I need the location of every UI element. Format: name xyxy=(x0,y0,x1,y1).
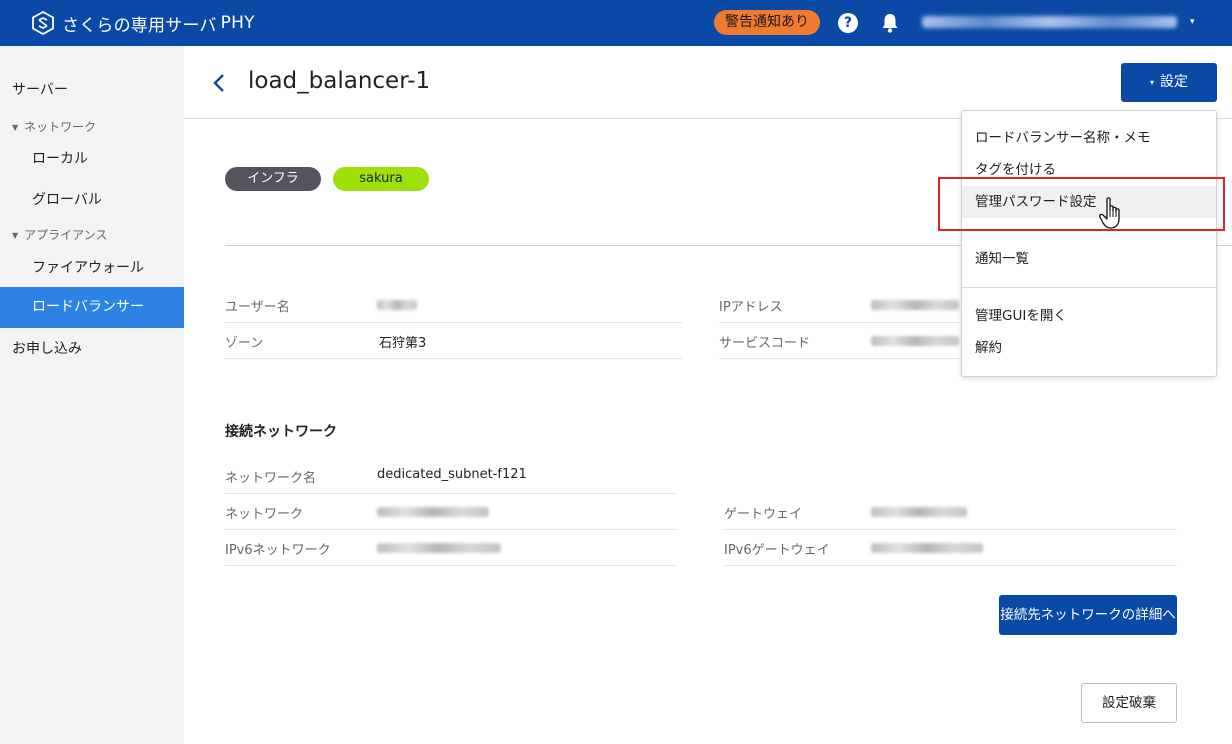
info-row-ipv6-network: IPv6ネットワーク xyxy=(225,530,677,566)
tag-sakura: sakura xyxy=(333,167,429,191)
page-title: load_balancer-1 xyxy=(248,68,431,94)
username-label: ユーザー名 xyxy=(225,300,290,315)
menu-item-notifications[interactable]: 通知一覧 xyxy=(962,243,1216,275)
menu-item-open-admin-gui[interactable]: 管理GUIを開く xyxy=(962,300,1216,332)
ip-address-label: IPアドレス xyxy=(719,300,783,315)
settings-button[interactable]: ▾ 設定 xyxy=(1121,63,1217,102)
bell-icon[interactable] xyxy=(881,12,899,34)
service-code-label: サービスコード xyxy=(719,336,811,351)
page-header: load_balancer-1 ▾ 設定 xyxy=(184,46,1232,119)
ipv6-network-label: IPv6ネットワーク xyxy=(225,543,331,558)
info-row-ipv6-gateway: IPv6ゲートウェイ xyxy=(724,530,1177,566)
network-value-redacted xyxy=(377,507,489,517)
gateway-label: ゲートウェイ xyxy=(724,507,803,522)
chevron-down-icon[interactable]: ▾ xyxy=(1190,17,1195,27)
help-icon[interactable]: ? xyxy=(838,13,858,33)
hand-pointer-icon xyxy=(1099,197,1120,229)
sidebar-group-appliance[interactable]: ▼ アプライアンス xyxy=(0,226,184,243)
info-row-service-code: サービスコード xyxy=(719,323,959,359)
sidebar-item-application[interactable]: お申し込み xyxy=(0,338,184,358)
menu-item-name-memo[interactable]: ロードバランサー名称・メモ xyxy=(962,122,1216,154)
menu-divider xyxy=(962,287,1216,288)
app-name: さくらの専用サーバ xyxy=(62,15,217,36)
account-name-redacted xyxy=(922,16,1177,28)
ip-address-value-redacted xyxy=(871,300,959,310)
app-logo[interactable]: さくらの専用サーバ PHY xyxy=(32,11,255,36)
zone-value: 石狩第3 xyxy=(379,336,427,351)
info-row-ip-address: IPアドレス xyxy=(719,287,959,323)
sidebar-item-firewall[interactable]: ファイアウォール xyxy=(0,257,184,277)
sidebar: サーバー ▼ ネットワーク ローカル グローバル ▼ アプライアンス ファイアウォー… xyxy=(0,46,184,744)
caret-down-icon: ▼ xyxy=(12,123,19,132)
info-row-network-name: ネットワーク名 dedicated_subnet-f121 xyxy=(225,458,677,494)
info-row-zone: ゾーン 石狩第3 xyxy=(225,323,682,359)
warning-notice-badge[interactable]: 警告通知あり xyxy=(714,10,820,35)
top-bar: さくらの専用サーバ PHY 警告通知あり ? ▾ xyxy=(0,0,1232,46)
zone-label: ゾーン xyxy=(225,336,264,351)
sidebar-group-label: アプライアンス xyxy=(24,228,108,242)
gateway-value-redacted xyxy=(871,507,967,517)
info-row-gateway: ゲートウェイ xyxy=(724,494,1177,530)
sidebar-group-label: ネットワーク xyxy=(24,120,97,134)
username-value-redacted xyxy=(377,300,417,310)
sidebar-item-load-balancer[interactable]: ロードバランサー xyxy=(0,287,184,328)
caret-down-icon: ▾ xyxy=(1149,78,1154,87)
sidebar-item-server[interactable]: サーバー xyxy=(0,79,184,99)
sidebar-item-local[interactable]: ローカル xyxy=(0,148,184,168)
ipv6-network-value-redacted xyxy=(377,543,501,553)
network-name-label: ネットワーク名 xyxy=(225,471,317,486)
network-name-value: dedicated_subnet-f121 xyxy=(377,467,527,482)
service-code-value-redacted xyxy=(871,336,959,346)
ipv6-gateway-value-redacted xyxy=(871,543,983,553)
highlight-annotation-box xyxy=(938,177,1225,231)
network-label: ネットワーク xyxy=(225,507,304,522)
settings-button-label: 設定 xyxy=(1160,74,1188,90)
menu-item-cancel-contract[interactable]: 解約 xyxy=(962,332,1216,364)
logo-icon xyxy=(32,11,54,35)
section-title-network: 接続ネットワーク xyxy=(225,424,337,440)
info-row-username: ユーザー名 xyxy=(225,287,682,323)
caret-down-icon: ▼ xyxy=(12,231,19,240)
app-name-suffix: PHY xyxy=(220,13,255,33)
account-menu[interactable] xyxy=(922,13,1177,31)
tag-infra: インフラ xyxy=(225,167,321,191)
back-arrow-icon[interactable] xyxy=(212,72,226,94)
info-row-network: ネットワーク xyxy=(225,494,677,530)
network-detail-button[interactable]: 接続先ネットワークの詳細へ xyxy=(999,595,1177,635)
sidebar-group-network[interactable]: ▼ ネットワーク xyxy=(0,118,184,135)
ipv6-gateway-label: IPv6ゲートウェイ xyxy=(724,543,830,558)
sidebar-item-global[interactable]: グローバル xyxy=(0,189,184,209)
discard-settings-button[interactable]: 設定破棄 xyxy=(1081,683,1177,723)
settings-dropdown-menu: ロードバランサー名称・メモ タグを付ける 管理パスワード設定 通知一覧 管理GU… xyxy=(961,110,1217,377)
